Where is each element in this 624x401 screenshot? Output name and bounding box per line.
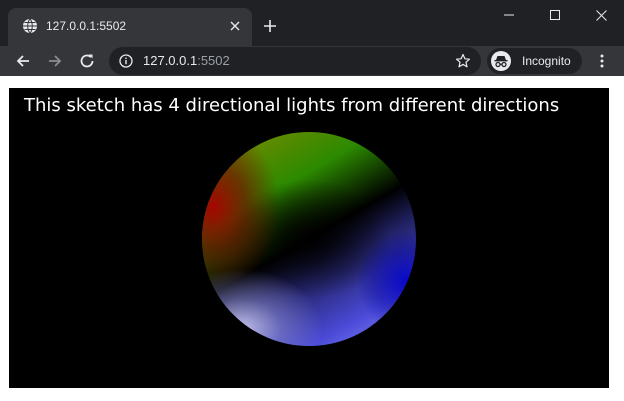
url-text[interactable]: 127.0.0.1:5502	[143, 53, 230, 69]
page-viewport: This sketch has 4 directional lights fro…	[0, 76, 624, 401]
sketch-caption: This sketch has 4 directional lights fro…	[24, 95, 560, 116]
arrow-right-icon[interactable]	[43, 49, 67, 73]
maximize-icon[interactable]	[532, 0, 578, 30]
plus-icon[interactable]	[258, 14, 282, 38]
browser-toolbar: 127.0.0.1:5502 Incognito	[0, 46, 624, 76]
info-icon[interactable]	[119, 54, 133, 68]
address-bar[interactable]: 127.0.0.1:5502	[109, 47, 481, 75]
tab-strip: 127.0.0.1:5502	[0, 0, 624, 46]
incognito-icon	[491, 51, 511, 71]
lit-sphere	[202, 132, 416, 346]
kebab-menu-icon[interactable]	[590, 49, 614, 73]
sphere-blue-light	[202, 132, 416, 346]
minimize-icon[interactable]	[486, 0, 532, 30]
incognito-badge[interactable]: Incognito	[487, 48, 582, 74]
sketch-canvas[interactable]: This sketch has 4 directional lights fro…	[9, 88, 609, 388]
browser-tab[interactable]: 127.0.0.1:5502	[8, 8, 252, 46]
window-close-icon[interactable]	[578, 0, 624, 30]
incognito-label: Incognito	[522, 54, 571, 68]
tab-title: 127.0.0.1:5502	[46, 19, 127, 33]
url-host: 127.0.0.1	[143, 53, 198, 68]
url-port: :5502	[197, 53, 230, 68]
arrow-left-icon[interactable]	[11, 49, 35, 73]
reload-icon[interactable]	[75, 49, 99, 73]
star-icon[interactable]	[455, 53, 471, 69]
globe-icon	[23, 18, 37, 34]
close-icon[interactable]	[226, 17, 244, 35]
